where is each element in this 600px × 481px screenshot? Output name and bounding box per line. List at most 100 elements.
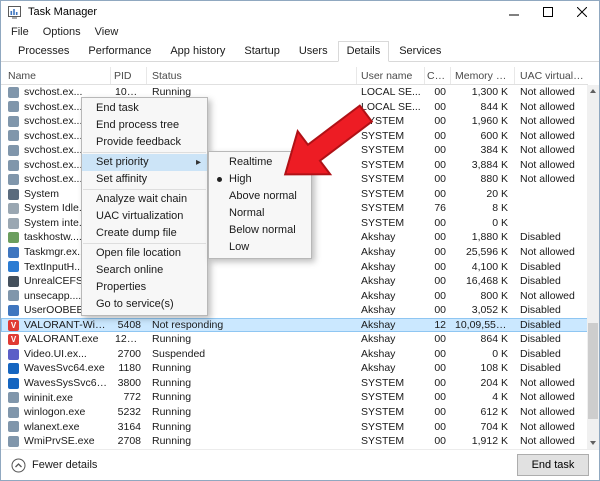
priority-option-normal[interactable]: Normal [209,205,311,222]
process-row[interactable]: WavesSysSvc64.exe3800RunningSYSTEM00204 … [1,376,588,391]
cell-user: SYSTEM [357,376,425,391]
cell-user: SYSTEM [357,172,425,187]
minimize-button[interactable] [497,1,531,23]
column-header-cpu[interactable]: CPU [425,67,451,84]
menu-view[interactable]: View [88,24,126,40]
process-row[interactable]: wlanext.exe3164RunningSYSTEM00704 KNot a… [1,420,588,435]
textinputhost-icon [8,261,19,272]
process-row[interactable]: WmiPrvSE.exe2708RunningSYSTEM001,912 KNo… [1,434,588,449]
column-header-user-name[interactable]: User name [357,67,425,84]
svchost-icon [8,87,19,98]
cell-name: wlanext.exe [1,420,111,435]
fewer-details-label: Fewer details [32,459,97,471]
context-menu-item-analyze-wait-chain[interactable]: Analyze wait chain [82,191,207,208]
title-bar: Task Manager [1,1,599,23]
process-name: System inte... [24,216,88,231]
context-menu-item-provide-feedback[interactable]: Provide feedback [82,134,207,151]
tab-startup[interactable]: Startup [235,41,288,61]
cell-status: Running [147,405,357,420]
menu-item-label: Search online [96,264,163,276]
process-row[interactable]: VVALORANT-Win64-S...5408Not respondingAk… [1,318,588,333]
cell-uac: Disabled [515,230,588,245]
column-header-uac-virtualizat[interactable]: UAC virtualizat... [515,67,588,84]
scrollbar-thumb[interactable] [588,323,598,419]
cell-status: Not responding [147,318,357,333]
priority-option-below-normal[interactable]: Below normal [209,222,311,239]
cell-memory: 800 K [451,289,515,304]
process-name: wininit.exe [24,391,73,406]
cell-pid: 3164 [111,420,147,435]
submenu-arrow-icon: ▸ [196,154,201,171]
scroll-down-arrow-icon[interactable] [587,437,599,449]
context-menu-item-go-to-service-s[interactable]: Go to service(s) [82,296,207,313]
fewer-details-toggle[interactable]: Fewer details [11,458,97,473]
cell-memory: 880 K [451,172,515,187]
tab-bar: ProcessesPerformanceApp historyStartupUs… [1,41,599,62]
menu-separator [83,243,206,244]
scroll-up-arrow-icon[interactable] [587,85,599,97]
cell-user: SYSTEM [357,390,425,405]
tab-users[interactable]: Users [290,41,337,61]
column-header-memory-a[interactable]: Memory (a... [451,67,515,84]
cell-cpu: 00 [425,158,451,173]
cell-cpu: 00 [425,245,451,260]
cell-status: Running [147,434,357,449]
process-row[interactable]: winlogon.exe5232RunningSYSTEM00612 KNot … [1,405,588,420]
context-menu-item-properties[interactable]: Properties [82,279,207,296]
winlogon-icon [8,407,19,418]
cell-cpu: 00 [425,332,451,347]
tab-services[interactable]: Services [390,41,450,61]
process-row[interactable]: Video.UI.ex...2700SuspendedAkshay000 KDi… [1,347,588,362]
vertical-scrollbar[interactable] [587,85,599,449]
column-header-name[interactable]: Name [1,67,111,84]
cell-status: Running [147,361,357,376]
process-row[interactable]: VVALORANT.exe12600RunningAkshay00864 KDi… [1,332,588,347]
cell-memory: 0 K [451,347,515,362]
context-menu-item-open-file-location[interactable]: Open file location [82,245,207,262]
context-menu-item-end-process-tree[interactable]: End process tree [82,117,207,134]
cell-uac [515,201,588,216]
column-header-pid[interactable]: PID [111,67,147,84]
context-menu: End taskEnd process treeProvide feedback… [81,97,208,316]
context-menu-item-set-priority[interactable]: Set priority▸ [82,154,207,171]
process-name: VALORANT-Win64-S... [24,318,111,333]
menu-options[interactable]: Options [36,24,88,40]
system-interrupts-icon [8,218,19,229]
priority-option-low[interactable]: Low [209,239,311,256]
process-row[interactable]: WavesSvc64.exe1180RunningAkshay00108 KDi… [1,361,588,376]
cell-user: Akshay [357,318,425,333]
cell-cpu: 00 [425,172,451,187]
cell-cpu: 00 [425,216,451,231]
maximize-button[interactable] [531,1,565,23]
cell-cpu: 00 [425,405,451,420]
end-task-button[interactable]: End task [517,454,589,476]
tab-processes[interactable]: Processes [9,41,78,61]
process-name: wlanext.exe [24,420,79,435]
menu-file[interactable]: File [4,24,36,40]
tab-details[interactable]: Details [338,41,390,62]
cell-uac: Not allowed [515,114,588,129]
unsecapp-icon [8,290,19,301]
cell-cpu: 00 [425,100,451,115]
tab-performance[interactable]: Performance [79,41,160,61]
context-menu-item-search-online[interactable]: Search online [82,262,207,279]
cell-cpu: 76 [425,201,451,216]
cell-memory: 20 K [451,187,515,202]
context-menu-item-set-affinity[interactable]: Set affinity [82,171,207,188]
cell-memory: 600 K [451,129,515,144]
cell-name: wininit.exe [1,390,111,405]
cell-uac: Not allowed [515,129,588,144]
cell-memory: 108 K [451,361,515,376]
close-button[interactable] [565,1,599,23]
column-header-status[interactable]: Status [147,67,357,84]
task-manager-icon [8,5,22,19]
cell-user: Akshay [357,303,425,318]
cell-memory: 204 K [451,376,515,391]
svchost-icon [8,160,19,171]
context-menu-item-create-dump-file[interactable]: Create dump file [82,225,207,242]
tab-app-history[interactable]: App history [161,41,234,61]
process-row[interactable]: wininit.exe772RunningSYSTEM004 KNot allo… [1,390,588,405]
context-menu-item-uac-virtualization[interactable]: UAC virtualization [82,208,207,225]
context-menu-item-end-task[interactable]: End task [82,100,207,117]
menu-item-label: Properties [96,281,146,293]
